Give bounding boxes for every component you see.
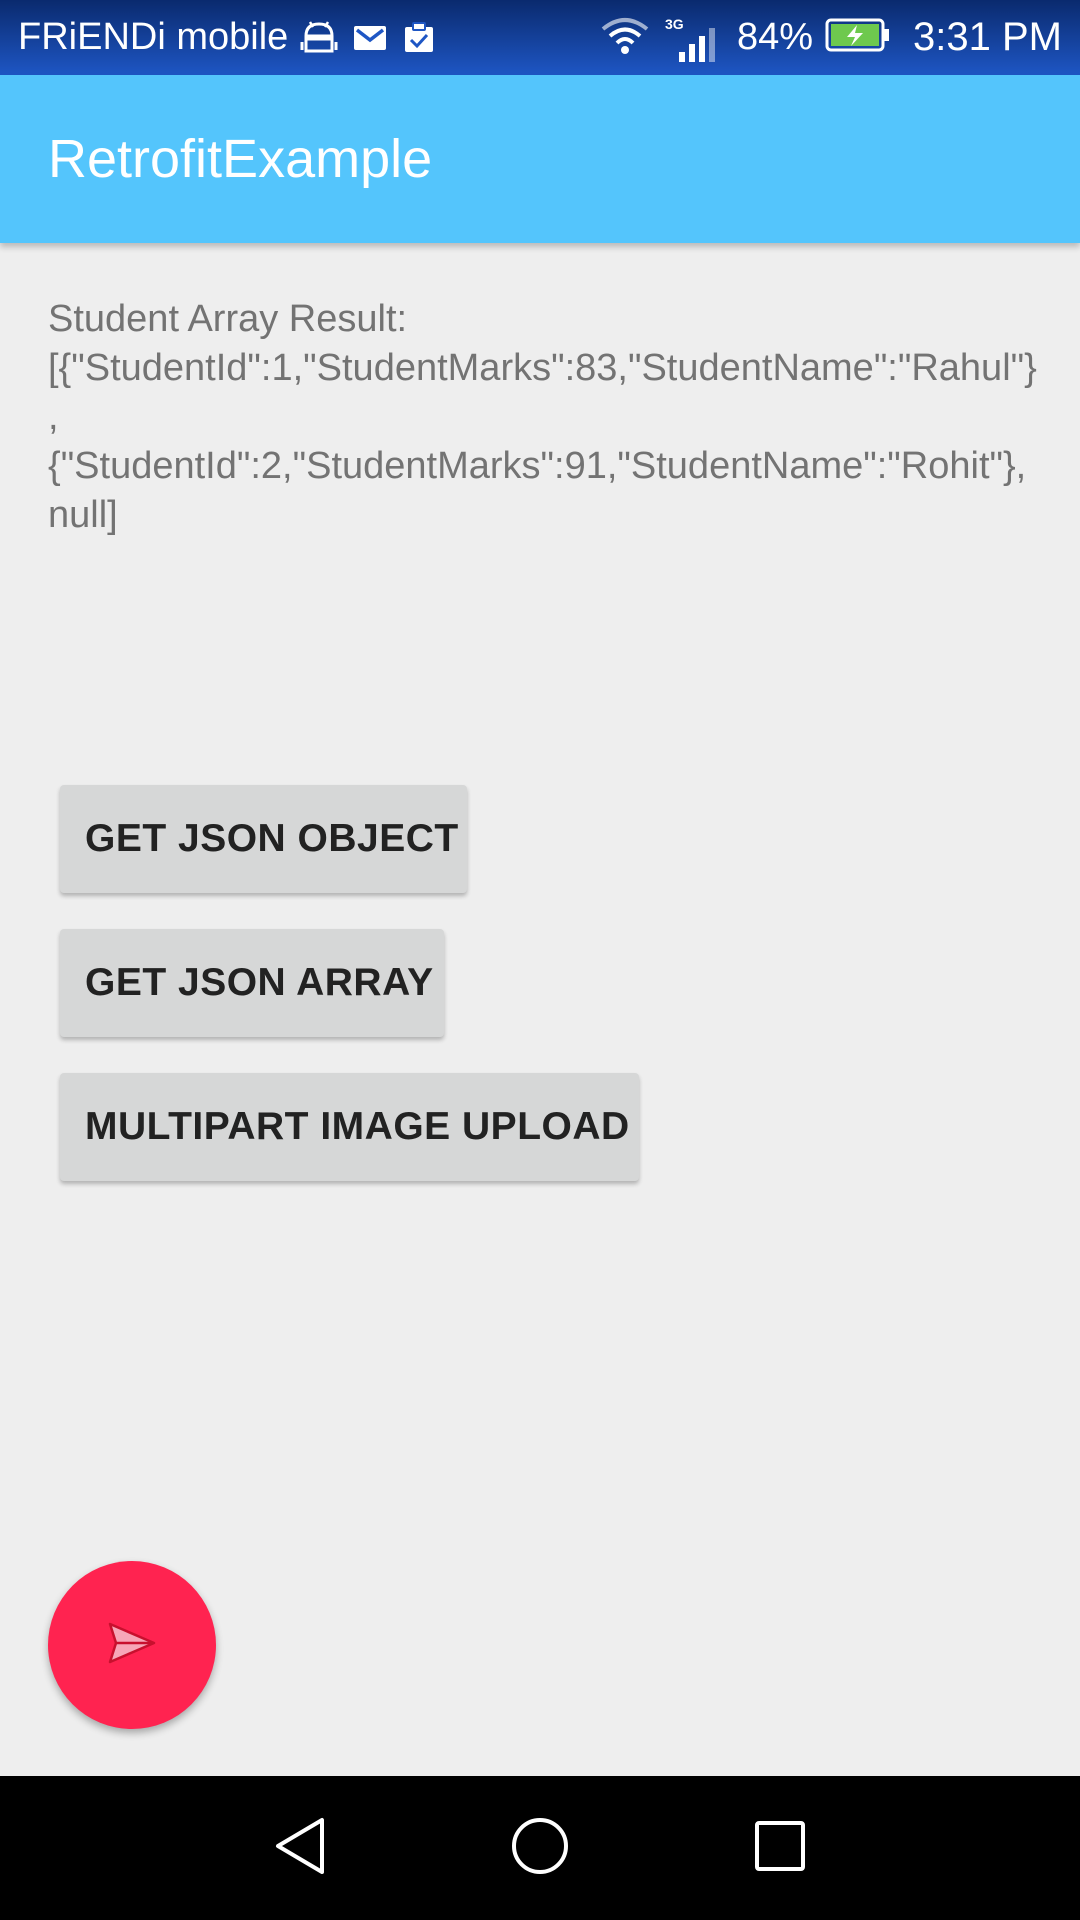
navigation-bar [0, 1776, 1080, 1920]
signal-icon: 3G [663, 8, 719, 68]
app-bar: RetrofitExample [0, 75, 1080, 243]
nav-recents-button[interactable] [720, 1776, 840, 1920]
android-notification-icon [300, 20, 338, 56]
battery-charging-icon [825, 18, 891, 57]
clipboard-check-icon [402, 21, 436, 55]
home-icon [510, 1816, 570, 1881]
app-title: RetrofitExample [48, 129, 433, 189]
recents-icon [752, 1818, 808, 1879]
nav-home-button[interactable] [480, 1776, 600, 1920]
multipart-image-upload-button[interactable]: MULTIPART IMAGE UPLOAD [60, 1073, 639, 1181]
get-json-object-button[interactable]: GET JSON OBJECT [60, 785, 467, 893]
send-fab-button[interactable] [48, 1561, 216, 1729]
nav-back-button[interactable] [240, 1776, 360, 1920]
carrier-name: FRiENDi mobile [18, 16, 289, 58]
back-icon [272, 1816, 328, 1881]
get-json-array-button[interactable]: GET JSON ARRAY [60, 929, 444, 1037]
gmail-icon [352, 23, 388, 53]
clock: 3:31 PM [913, 15, 1062, 59]
wifi-icon [599, 15, 651, 60]
battery-percent: 84% [736, 16, 814, 58]
send-icon [107, 1621, 157, 1670]
status-bar: FRiENDi mobile 3G 84% 3:31 PM [0, 0, 1080, 75]
student-array-result-text: Student Array Result: [{"StudentId":1,"S… [48, 298, 1037, 536]
